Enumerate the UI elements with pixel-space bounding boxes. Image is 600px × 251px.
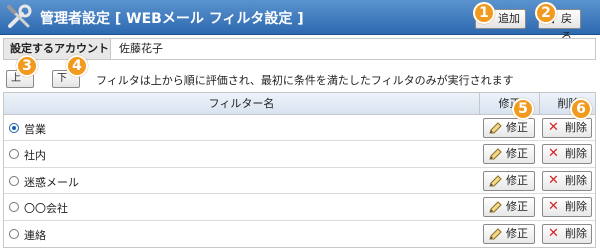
x-icon: ✕ <box>548 172 559 188</box>
edit-button[interactable]: 修正 <box>483 144 535 165</box>
delete-button[interactable]: ✕ 削除 <box>542 170 592 191</box>
table-row: 連絡 修正 ✕ 削除 <box>4 220 595 247</box>
edit-button[interactable]: 修正 <box>483 170 535 191</box>
edit-button[interactable]: 修正 <box>483 118 535 138</box>
account-value: 佐藤花子 <box>119 42 163 55</box>
filter-name: 迷惑メール <box>24 175 79 189</box>
pencil-icon <box>489 201 502 213</box>
delete-button[interactable]: ✕ 削除 <box>542 144 592 165</box>
pencil-icon <box>489 175 502 187</box>
callout-badge: 1 <box>473 2 495 24</box>
pencil-icon <box>489 227 502 240</box>
pencil-icon <box>489 122 502 134</box>
edit-label: 修正 <box>506 173 528 187</box>
filter-name: 〇〇会社 <box>24 202 68 216</box>
delete-label: 削除 <box>565 226 587 240</box>
page-title: 管理者設定 [ WEBメール フィルタ設定 ] <box>40 11 304 27</box>
table-row: 迷惑メール 修正 ✕ 削除 <box>4 167 595 195</box>
edit-label: 修正 <box>506 121 528 134</box>
callout-badge: 2 <box>535 2 557 24</box>
callout-badge: 3 <box>16 55 38 77</box>
filter-name: 連絡 <box>24 228 46 242</box>
edit-button[interactable]: 修正 <box>483 223 535 244</box>
filter-select-radio[interactable] <box>9 123 19 133</box>
filter-name: 営業 <box>24 123 46 136</box>
add-label: 追加 <box>498 12 520 25</box>
filter-name: 社内 <box>24 149 46 163</box>
filter-select-radio[interactable] <box>9 175 19 186</box>
delete-label: 削除 <box>565 121 587 134</box>
delete-button[interactable]: ✕ 削除 <box>542 197 592 218</box>
edit-button[interactable]: 修正 <box>483 197 535 218</box>
x-icon: ✕ <box>548 146 559 162</box>
delete-button[interactable]: ✕ 削除 <box>542 223 592 244</box>
delete-label: 削除 <box>565 200 587 214</box>
delete-label: 削除 <box>565 147 587 161</box>
move-down-label: 下 <box>57 73 67 84</box>
filter-order-notice: フィルタは上から順に評価され、最初に条件を満たしたフィルタのみが実行されます <box>96 74 514 87</box>
filter-select-radio[interactable] <box>9 149 19 160</box>
x-icon: ✕ <box>548 199 559 215</box>
callout-badge: 5 <box>512 98 534 120</box>
edit-label: 修正 <box>506 200 528 214</box>
table-header: フィルター名 修正 削除 <box>4 93 595 115</box>
x-icon: ✕ <box>548 225 559 241</box>
header-bar: 管理者設定 [ WEBメール フィルタ設定 ] + 追加 ◀ 戻る <box>0 0 600 43</box>
tools-icon <box>7 4 32 28</box>
table-row: 営業 修正 ✕ 削除 <box>4 115 595 142</box>
filter-table: フィルター名 修正 削除 営業 修正 ✕ 削除 社内 修正 ✕ 削除 迷惑メール 修正 ✕ 削除 〇〇会… <box>3 92 596 248</box>
x-icon: ✕ <box>548 120 559 135</box>
filter-select-radio[interactable] <box>9 202 19 213</box>
column-header-name: フィルター名 <box>208 97 275 110</box>
table-row: 〇〇会社 修正 ✕ 削除 <box>4 194 595 221</box>
edit-label: 修正 <box>506 147 528 161</box>
callout-badge: 4 <box>66 55 88 77</box>
edit-label: 修正 <box>506 226 528 240</box>
delete-label: 削除 <box>565 173 587 187</box>
delete-button[interactable]: ✕ 削除 <box>542 118 592 138</box>
account-row: 設定するアカウント 佐藤花子 <box>3 38 596 60</box>
pencil-icon <box>489 148 502 160</box>
callout-badge: 6 <box>570 98 592 120</box>
table-row: 社内 修正 ✕ 削除 <box>4 141 595 168</box>
filter-select-radio[interactable] <box>9 228 19 239</box>
